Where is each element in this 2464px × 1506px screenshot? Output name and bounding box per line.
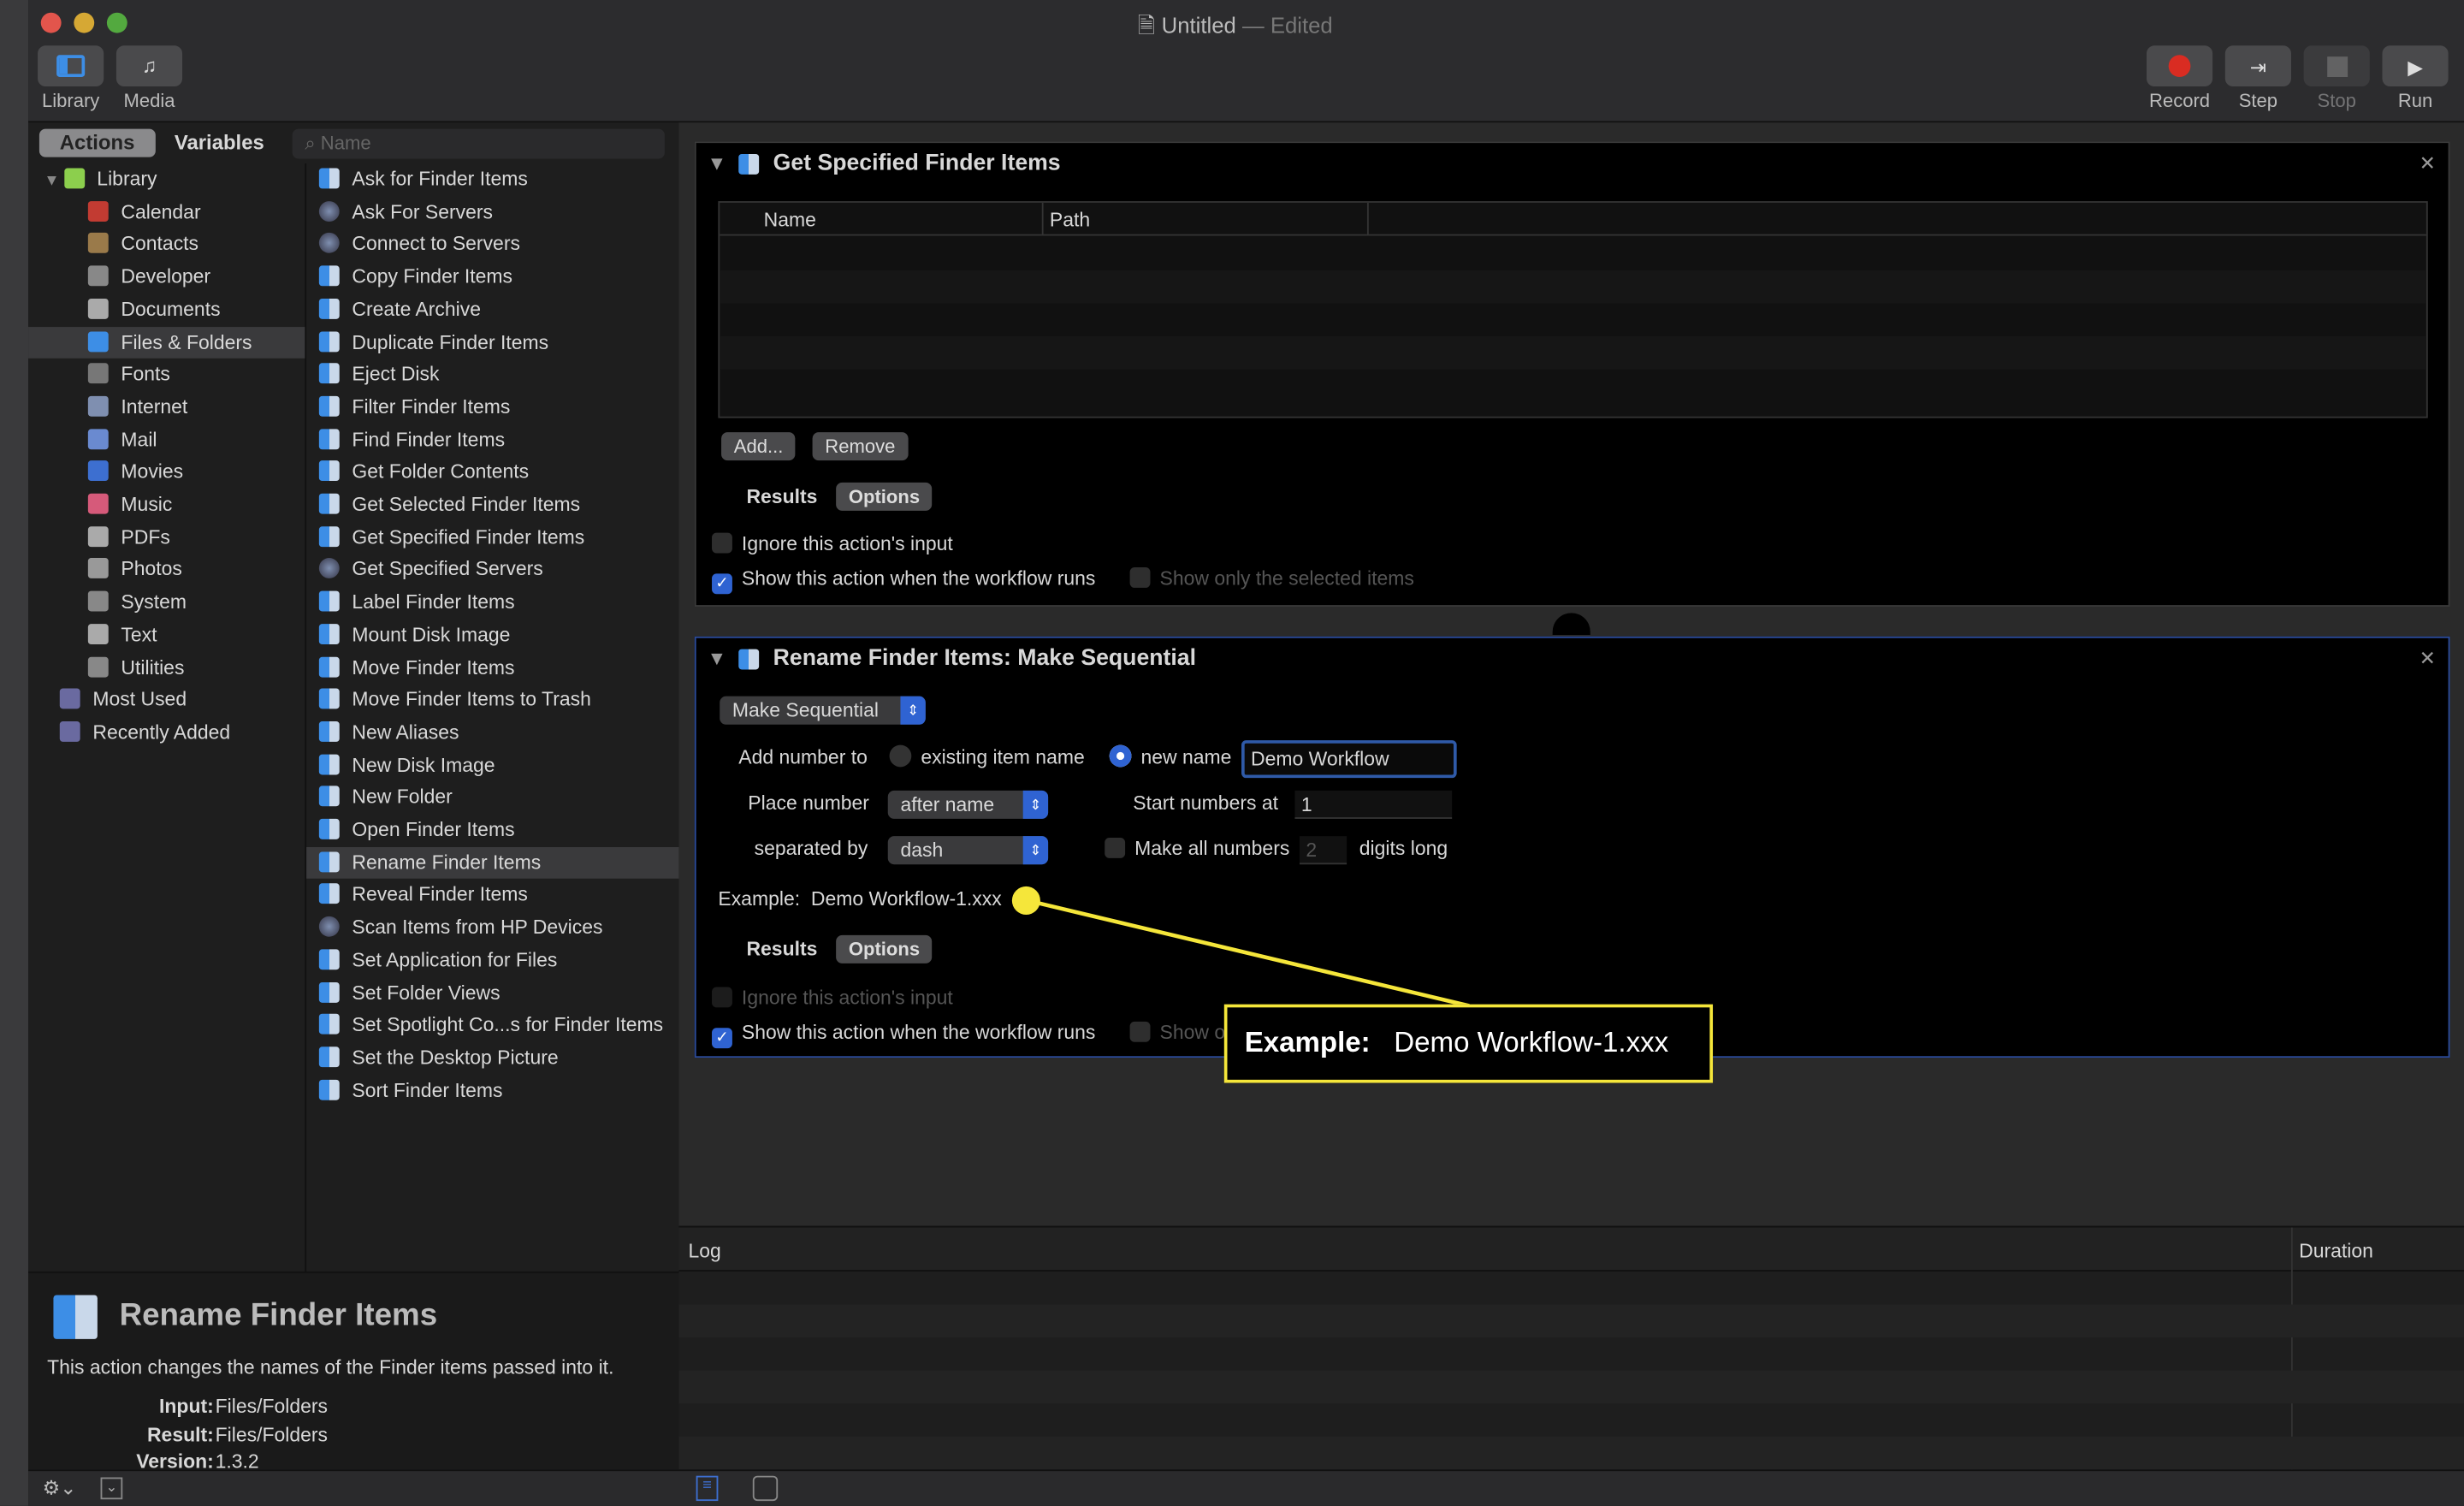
description-toggle-icon[interactable]: ⌄: [100, 1477, 123, 1500]
gear-menu-icon[interactable]: ⚙⌄: [43, 1476, 77, 1500]
callout-label: Example:: [1244, 1026, 1371, 1058]
log-column-header[interactable]: Log: [688, 1240, 720, 1262]
log-panel: Log Duration: [678, 1225, 2464, 1472]
callout-box: Example: Demo Workflow-1.xxx: [1223, 1004, 1714, 1083]
list-view-icon[interactable]: ≡: [696, 1475, 719, 1502]
duration-column-header[interactable]: Duration: [2299, 1240, 2373, 1262]
bottom-bar: ⚙⌄ ⌄ ≡: [28, 1469, 2464, 1506]
callout-dot: [1011, 886, 1040, 915]
column-view-icon[interactable]: [752, 1475, 779, 1502]
callout-value: Demo Workflow-1.xxx: [1394, 1026, 1669, 1058]
